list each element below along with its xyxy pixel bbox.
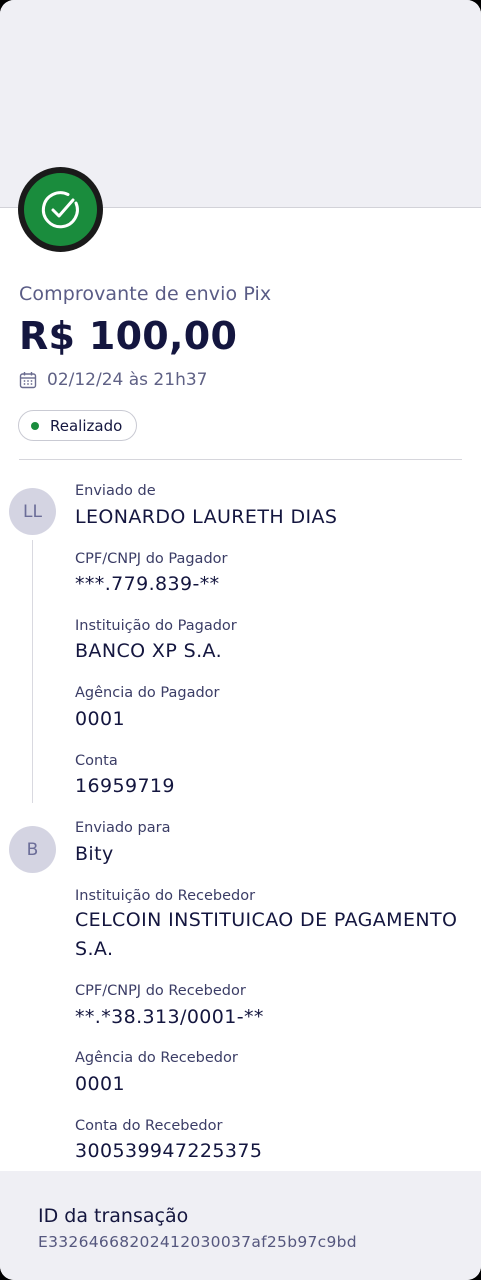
transaction-id-label: ID da transação: [38, 1205, 189, 1227]
sender-document: ***.779.839-**: [75, 573, 220, 595]
receiver-branch-label: Agência do Recebedor: [75, 1050, 238, 1066]
sender-institution-label: Instituição do Pagador: [75, 618, 237, 634]
receiver-avatar: B: [9, 826, 56, 873]
receiver-branch: 0001: [75, 1073, 125, 1095]
success-badge: [18, 167, 103, 252]
receiver-institution-label: Instituição do Recebedor: [75, 888, 256, 904]
divider: [19, 459, 462, 460]
status-badge: Realizado: [18, 410, 138, 441]
receiver-account-label: Conta do Recebedor: [75, 1118, 223, 1134]
pix-receipt-screen: Comprovante de envio Pix R$ 100,00 02/12…: [0, 0, 481, 1280]
receiver-section-label: Enviado para: [75, 820, 171, 836]
sender-name: LEONARDO LAURETH DIAS: [75, 506, 338, 528]
sender-avatar: LL: [9, 488, 56, 535]
receiver-document-label: CPF/CNPJ do Recebedor: [75, 983, 246, 999]
sender-branch: 0001: [75, 708, 125, 730]
sender-branch-label: Agência do Pagador: [75, 685, 220, 701]
sender-section-label: Enviado de: [75, 483, 156, 499]
receiver-name: Bity: [75, 843, 114, 865]
check-circle-icon: [24, 173, 97, 246]
transfer-amount: R$ 100,00: [19, 314, 238, 358]
sender-account-label: Conta: [75, 753, 118, 769]
datetime-text: 02/12/24 às 21h37: [47, 370, 208, 390]
transfer-datetime: 02/12/24 às 21h37: [19, 370, 207, 390]
status-dot: [31, 421, 39, 430]
receiver-document: **.*38.313/0001-**: [75, 1006, 264, 1028]
sender-institution: BANCO XP S.A.: [75, 640, 223, 662]
timeline-connector: [32, 540, 33, 803]
calendar-icon: [19, 372, 37, 389]
status-text: Realizado: [50, 416, 123, 435]
receipt-title: Comprovante de envio Pix: [19, 283, 272, 305]
receiver-institution: CELCOIN INSTITUICAO DE PAGAMENTO S.A.: [75, 909, 458, 960]
sender-document-label: CPF/CNPJ do Pagador: [75, 551, 228, 567]
transaction-id[interactable]: E33264668202412030037af25b97c9bd: [38, 1233, 357, 1251]
sender-account: 16959719: [75, 775, 175, 797]
receiver-account: 300539947225375: [75, 1140, 263, 1162]
transaction-id-section: ID da transação E33264668202412030037af2…: [0, 1171, 481, 1280]
